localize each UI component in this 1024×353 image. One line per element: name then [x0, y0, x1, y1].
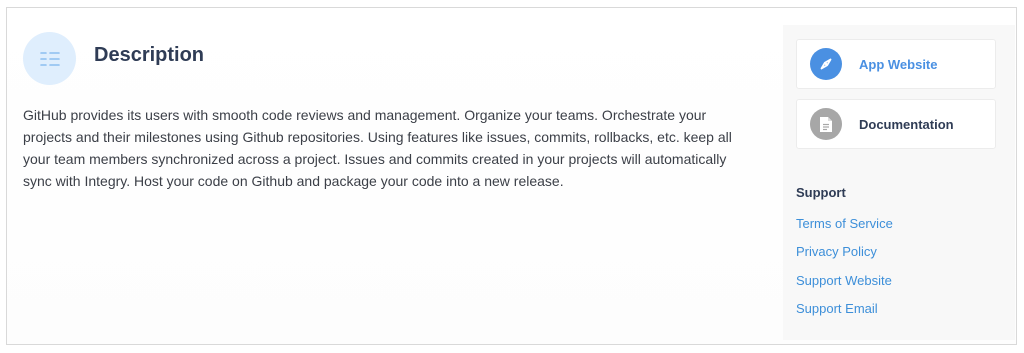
documentation-label: Documentation	[859, 116, 954, 132]
app-website-button[interactable]: App Website	[796, 39, 996, 89]
document-icon	[810, 108, 842, 140]
sidebar: App Website Documentation Support Terms …	[783, 25, 1015, 340]
description-icon-badge	[23, 32, 76, 85]
privacy-policy-link[interactable]: Privacy Policy	[796, 244, 877, 259]
terms-of-service-link[interactable]: Terms of Service	[796, 216, 893, 231]
support-heading: Support	[796, 185, 846, 200]
list-icon	[39, 51, 60, 66]
integration-detail-card: Description GitHub provides its users wi…	[6, 7, 1017, 345]
app-website-label: App Website	[859, 56, 938, 72]
support-email-link[interactable]: Support Email	[796, 301, 878, 316]
documentation-button[interactable]: Documentation	[796, 99, 996, 149]
description-title: Description	[94, 44, 205, 66]
description-section: Description GitHub provides its users wi…	[7, 8, 783, 344]
support-website-link[interactable]: Support Website	[796, 273, 892, 288]
description-text: GitHub provides its users with smooth co…	[23, 107, 732, 189]
compass-icon	[810, 48, 842, 80]
